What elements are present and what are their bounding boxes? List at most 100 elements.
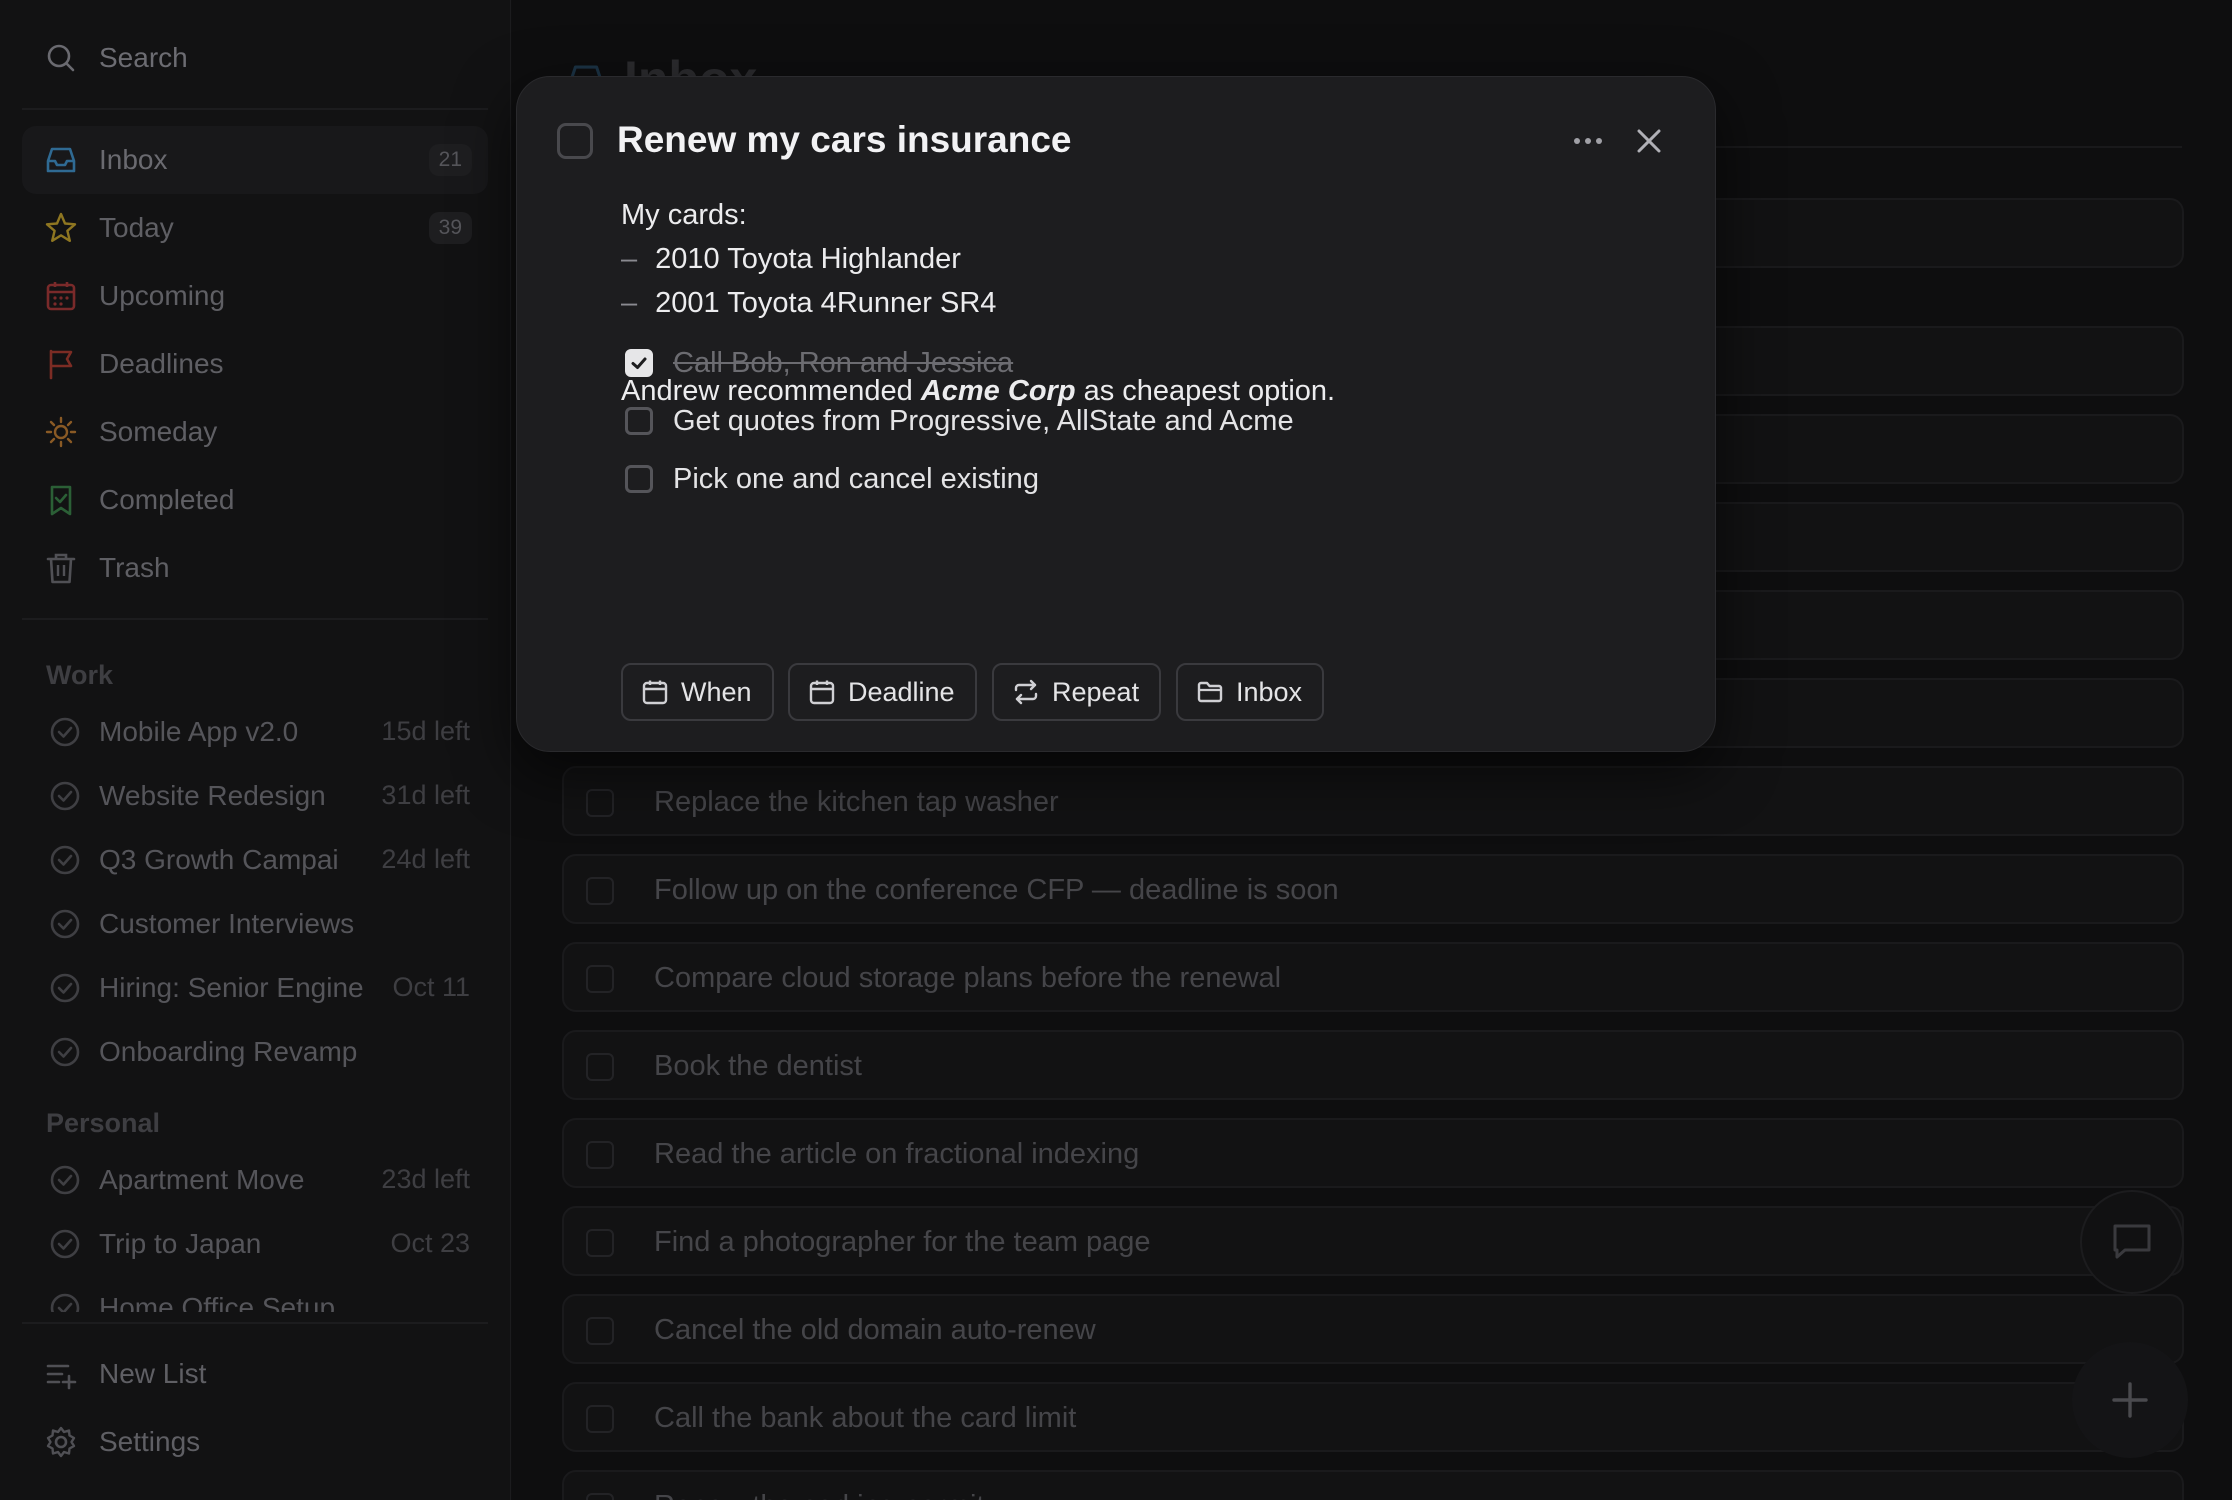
search-button[interactable]: Search (22, 24, 488, 92)
project-item[interactable]: Website Redesign 31d left (22, 766, 488, 826)
task-title: Replace the kitchen tap washer (654, 786, 1059, 818)
add-task-button[interactable] (2072, 1342, 2188, 1458)
project-due: Oct 23 (390, 1228, 470, 1258)
checklist-item[interactable]: Get quotes from Progressive, AllState an… (625, 401, 1294, 441)
project-item[interactable]: Onboarding Revamp (22, 1022, 488, 1082)
checklist-checkbox[interactable] (625, 407, 653, 435)
sidebar-item-inbox[interactable]: Inbox 21 (22, 126, 488, 194)
notes-list-item: –2001 Toyota 4Runner SR4 (621, 287, 997, 319)
project-check-icon (50, 973, 80, 1003)
repeat-button[interactable]: Repeat (992, 663, 1162, 721)
deadline-label: Deadline (848, 676, 955, 707)
bookmark-check-icon (44, 483, 78, 517)
project-due: 23d left (381, 1164, 470, 1194)
task-title: Read the article on fractional indexing (654, 1138, 1140, 1170)
sidebar-item-upcoming[interactable]: Upcoming (22, 262, 488, 330)
project-check-icon (50, 1165, 80, 1195)
project-item[interactable]: Customer Interviews (22, 894, 488, 954)
task-row[interactable]: Renew the parking permit (562, 1470, 2184, 1500)
trash-icon (44, 551, 78, 585)
task-title: Cancel the old domain auto-renew (654, 1314, 1096, 1346)
more-options-button[interactable] (1567, 123, 1609, 159)
divider (22, 618, 488, 620)
task-checkbox[interactable] (586, 1141, 614, 1169)
task-title[interactable]: Renew my cars insurance (617, 119, 1072, 161)
chat-icon (2113, 1224, 2151, 1259)
calendar-icon (642, 680, 668, 705)
project-item[interactable]: Q3 Growth Campai 24d left (22, 830, 488, 890)
checklist-checkbox[interactable] (625, 349, 653, 377)
project-check-icon (50, 781, 80, 811)
count-badge: 21 (428, 144, 472, 176)
task-row[interactable]: Replace the kitchen tap washer (562, 766, 2184, 836)
project-item[interactable]: Mobile App v2.0 15d left (22, 702, 488, 762)
task-row[interactable]: Call the bank about the card limit (562, 1382, 2184, 1452)
task-row[interactable]: Cancel the old domain auto-renew (562, 1294, 2184, 1364)
sidebar-item-label: Completed (99, 484, 235, 515)
task-detail-modal: Renew my cars insurance My cards: –2010 … (516, 76, 1716, 752)
task-title: Follow up on the conference CFP — deadli… (654, 874, 1339, 906)
project-check-icon (50, 1293, 80, 1312)
task-row[interactable]: Find a photographer for the team page (562, 1206, 2184, 1276)
task-checkbox[interactable] (586, 1493, 614, 1500)
inbox-icon (44, 143, 78, 177)
project-item[interactable]: Hiring: Senior Engine Oct 11 (22, 958, 488, 1018)
when-button[interactable]: When (621, 663, 774, 721)
task-row[interactable]: Follow up on the conference CFP — deadli… (562, 854, 2184, 924)
project-check-icon (50, 1229, 80, 1259)
settings-button[interactable]: Settings (22, 1408, 488, 1476)
section-heading-work: Work (46, 660, 114, 690)
project-name: Customer Interviews (99, 908, 355, 939)
gear-icon (44, 1425, 78, 1459)
close-button[interactable] (1629, 121, 1669, 161)
project-name: Mobile App v2.0 (99, 716, 299, 747)
checklist-text: Get quotes from Progressive, AllState an… (673, 404, 1294, 437)
task-checkbox[interactable] (586, 877, 614, 905)
sidebar-item-someday[interactable]: Someday (22, 398, 488, 466)
project-item[interactable]: Apartment Move 23d left (22, 1150, 488, 1210)
star-icon (44, 211, 78, 245)
task-checkbox[interactable] (586, 1053, 614, 1081)
sidebar-item-deadlines[interactable]: Deadlines (22, 330, 488, 398)
checklist-checkbox[interactable] (625, 465, 653, 493)
sidebar-item-label: Trash (99, 552, 170, 583)
sidebar-item-label: Someday (99, 416, 218, 447)
task-title: Compare cloud storage plans before the r… (654, 962, 1282, 994)
task-title: Call the bank about the card limit (654, 1402, 1077, 1434)
checklist-item[interactable]: Pick one and cancel existing (625, 459, 1039, 499)
project-name: Q3 Growth Campai (99, 844, 339, 875)
plus-icon (2112, 1382, 2148, 1418)
sidebar-item-label: Inbox (99, 144, 168, 175)
task-row[interactable]: Read the article on fractional indexing (562, 1118, 2184, 1188)
task-row[interactable]: Book the dentist (562, 1030, 2184, 1100)
sidebar-item-completed[interactable]: Completed (22, 466, 488, 534)
calendar-icon (809, 680, 835, 705)
search-icon (44, 41, 78, 75)
task-row[interactable]: Compare cloud storage plans before the r… (562, 942, 2184, 1012)
task-complete-checkbox[interactable] (557, 123, 593, 159)
sun-icon (44, 415, 78, 449)
move-to-list-button[interactable]: Inbox (1176, 663, 1325, 721)
sidebar-item-label: Upcoming (99, 280, 226, 311)
task-checkbox[interactable] (586, 789, 614, 817)
project-name: Onboarding Revamp (99, 1036, 358, 1067)
task-checkbox[interactable] (586, 1405, 614, 1433)
project-item[interactable]: Trip to Japan Oct 23 (22, 1214, 488, 1274)
project-item[interactable]: Home Office Setup (22, 1278, 488, 1312)
section-heading-personal: Personal (46, 1108, 161, 1138)
checklist-text: Call Bob, Ron and Jessica (673, 346, 1014, 379)
settings-label: Settings (99, 1426, 201, 1457)
checklist-item[interactable]: Call Bob, Ron and Jessica (625, 343, 1013, 383)
chat-button[interactable] (2080, 1190, 2184, 1294)
checkmark-icon (631, 357, 647, 369)
task-checkbox[interactable] (586, 1229, 614, 1257)
sidebar-item-today[interactable]: Today 39 (22, 194, 488, 262)
task-checkbox[interactable] (586, 965, 614, 993)
deadline-button[interactable]: Deadline (788, 663, 977, 721)
project-name: Hiring: Senior Engine (99, 972, 364, 1003)
task-checkbox[interactable] (586, 1317, 614, 1345)
sidebar-item-trash[interactable]: Trash (22, 534, 488, 602)
new-list-button[interactable]: New List (22, 1340, 488, 1408)
close-icon (1637, 129, 1661, 153)
sidebar-item-label: Today (99, 212, 174, 243)
